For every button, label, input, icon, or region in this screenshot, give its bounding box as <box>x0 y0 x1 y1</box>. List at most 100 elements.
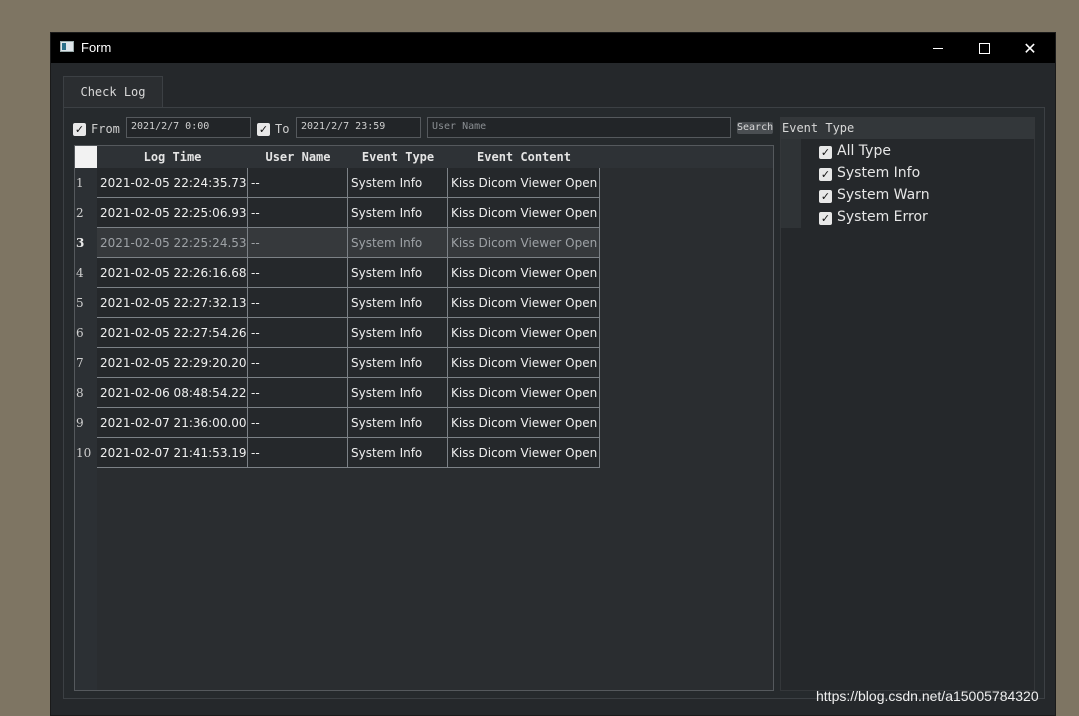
table-row[interactable]: 10 2021-02-07 21:41:53.199 -- System Inf… <box>75 438 600 468</box>
cell-event-type[interactable]: System Info <box>348 198 448 228</box>
col-header-log-time[interactable]: Log Time <box>97 146 248 168</box>
table-row[interactable]: 4 2021-02-05 22:26:16.686 -- System Info… <box>75 258 600 288</box>
cell-log-time[interactable]: 2021-02-05 22:25:06.933 <box>97 198 248 228</box>
event-type-label: System Info <box>837 165 921 181</box>
cell-event-type[interactable]: System Info <box>348 258 448 288</box>
from-label: From <box>91 122 120 136</box>
row-number: 5 <box>76 296 84 310</box>
cell-event-content[interactable]: Kiss Dicom Viewer Open <box>448 348 600 378</box>
row-number: 2 <box>76 206 84 220</box>
user-name-placeholder: User Name <box>432 121 487 132</box>
maximize-icon <box>978 42 990 54</box>
window-title: Form <box>81 40 112 55</box>
cell-event-content[interactable]: Kiss Dicom Viewer Open <box>448 378 600 408</box>
row-number: 3 <box>76 236 85 250</box>
cell-event-type[interactable]: System Info <box>348 168 448 198</box>
cell-user-name[interactable]: -- <box>248 258 348 288</box>
cell-event-type[interactable]: System Info <box>348 348 448 378</box>
event-type-label: System Error <box>837 209 928 225</box>
cell-event-content[interactable]: Kiss Dicom Viewer Open <box>448 408 600 438</box>
table-row[interactable]: 1 2021-02-05 22:24:35.732 -- System Info… <box>75 168 600 198</box>
cell-user-name[interactable]: -- <box>248 288 348 318</box>
row-number: 7 <box>76 356 84 370</box>
event-type-label: All Type <box>837 143 891 159</box>
cell-event-type[interactable]: System Info <box>348 288 448 318</box>
table-row[interactable]: 7 2021-02-05 22:29:20.201 -- System Info… <box>75 348 600 378</box>
from-checkbox[interactable]: ✓ <box>73 123 86 136</box>
cell-event-content[interactable]: Kiss Dicom Viewer Open <box>448 258 600 288</box>
check-log-panel: ✓ From 2021/2/7 0:00 ✓ To 2021/2/7 23:59… <box>63 107 1045 699</box>
event-type-label: System Warn <box>837 187 930 203</box>
row-number: 6 <box>76 326 84 340</box>
cell-log-time[interactable]: 2021-02-05 22:26:16.686 <box>97 258 248 288</box>
cell-event-content[interactable]: Kiss Dicom Viewer Open <box>448 438 600 468</box>
log-table[interactable]: Log Time User Name Event Type Event Cont… <box>74 145 774 691</box>
watermark-text: https://blog.csdn.net/a15005784320 <box>816 688 1039 704</box>
cell-log-time[interactable]: 2021-02-05 22:27:54.264 <box>97 318 248 348</box>
cell-event-type[interactable]: System Info <box>348 318 448 348</box>
cell-user-name[interactable]: -- <box>248 318 348 348</box>
close-icon: ✕ <box>1023 38 1037 58</box>
cell-event-type[interactable]: System Info <box>348 378 448 408</box>
minimize-icon <box>933 47 943 49</box>
event-type-title: Event Type <box>781 118 1034 139</box>
all-type-checkbox[interactable]: ✓ <box>819 146 832 159</box>
table-row-selected[interactable]: 3 2021-02-05 22:25:24.532 -- System Info… <box>75 228 600 258</box>
title-bar[interactable]: Form ✕ <box>51 33 1055 63</box>
to-date-field[interactable]: 2021/2/7 23:59 <box>296 117 421 138</box>
cell-log-time[interactable]: 2021-02-06 08:48:54.220 <box>97 378 248 408</box>
event-type-tree-indent <box>781 139 801 228</box>
cell-event-content[interactable]: Kiss Dicom Viewer Open <box>448 228 600 258</box>
table-corner-button[interactable] <box>75 146 97 168</box>
close-button[interactable]: ✕ <box>1007 33 1053 63</box>
cell-user-name[interactable]: -- <box>248 198 348 228</box>
cell-event-type[interactable]: System Info <box>348 228 448 258</box>
form-window: Form ✕ Check Log ✓ From 2021/2/7 0:00 ✓ … <box>50 32 1056 716</box>
cell-log-time[interactable]: 2021-02-05 22:24:35.732 <box>97 168 248 198</box>
table-row[interactable]: 2 2021-02-05 22:25:06.933 -- System Info… <box>75 198 600 228</box>
maximize-button[interactable] <box>961 33 1007 63</box>
from-date-field[interactable]: 2021/2/7 0:00 <box>126 117 251 138</box>
to-label: To <box>275 122 290 136</box>
cell-event-content[interactable]: Kiss Dicom Viewer Open <box>448 318 600 348</box>
row-number: 8 <box>76 386 84 400</box>
tab-check-log[interactable]: Check Log <box>63 76 163 107</box>
header-filler <box>600 146 773 168</box>
cell-log-time[interactable]: 2021-02-05 22:29:20.201 <box>97 348 248 378</box>
cell-log-time[interactable]: 2021-02-07 21:41:53.199 <box>97 438 248 468</box>
table-row[interactable]: 5 2021-02-05 22:27:32.134 -- System Info… <box>75 288 600 318</box>
table-row[interactable]: 6 2021-02-05 22:27:54.264 -- System Info… <box>75 318 600 348</box>
cell-user-name[interactable]: -- <box>248 228 348 258</box>
cell-user-name[interactable]: -- <box>248 408 348 438</box>
event-type-panel: Event Type ✓ All Type ✓ System Info ✓ Sy… <box>780 117 1035 691</box>
row-number: 4 <box>76 266 84 280</box>
system-info-checkbox[interactable]: ✓ <box>819 168 832 181</box>
system-error-checkbox[interactable]: ✓ <box>819 212 832 225</box>
cell-log-time[interactable]: 2021-02-05 22:27:32.134 <box>97 288 248 318</box>
system-warn-checkbox[interactable]: ✓ <box>819 190 832 203</box>
cell-event-content[interactable]: Kiss Dicom Viewer Open <box>448 198 600 228</box>
table-row[interactable]: 9 2021-02-07 21:36:00.009 -- System Info… <box>75 408 600 438</box>
col-header-event-type[interactable]: Event Type <box>348 146 448 168</box>
col-header-user-name[interactable]: User Name <box>248 146 348 168</box>
user-name-input[interactable]: User Name <box>427 117 731 138</box>
cell-event-type[interactable]: System Info <box>348 408 448 438</box>
cell-log-time[interactable]: 2021-02-05 22:25:24.532 <box>97 228 248 258</box>
cell-user-name[interactable]: -- <box>248 348 348 378</box>
table-row[interactable]: 8 2021-02-06 08:48:54.220 -- System Info… <box>75 378 600 408</box>
cell-user-name[interactable]: -- <box>248 168 348 198</box>
col-header-event-content[interactable]: Event Content <box>448 146 600 168</box>
app-window-icon <box>60 41 74 52</box>
row-number: 9 <box>76 416 84 430</box>
minimize-button[interactable] <box>915 33 961 63</box>
search-button[interactable]: Search <box>737 122 773 134</box>
cell-user-name[interactable]: -- <box>248 438 348 468</box>
cell-user-name[interactable]: -- <box>248 378 348 408</box>
row-number: 10 <box>76 446 92 460</box>
cell-event-type[interactable]: System Info <box>348 438 448 468</box>
cell-log-time[interactable]: 2021-02-07 21:36:00.009 <box>97 408 248 438</box>
cell-event-content[interactable]: Kiss Dicom Viewer Open <box>448 288 600 318</box>
to-checkbox[interactable]: ✓ <box>257 123 270 136</box>
cell-event-content[interactable]: Kiss Dicom Viewer Open <box>448 168 600 198</box>
row-number: 1 <box>76 176 84 190</box>
